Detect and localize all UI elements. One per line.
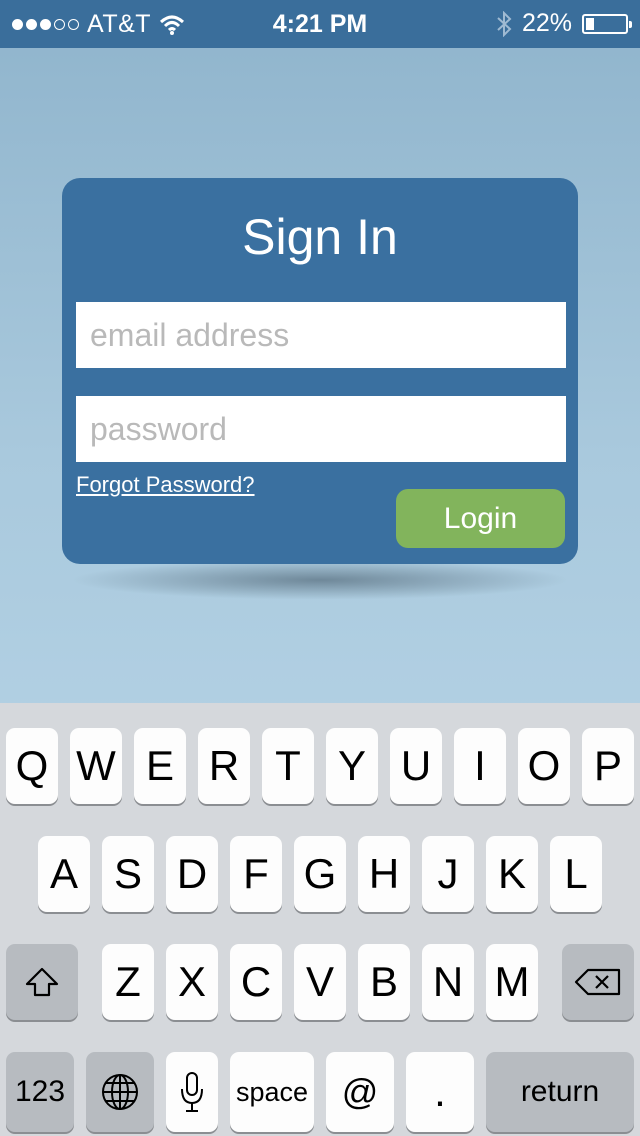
return-key[interactable]: return [486, 1052, 634, 1132]
key-m[interactable]: M [486, 944, 538, 1020]
signin-title: Sign In [242, 209, 398, 265]
status-right: 22% [496, 9, 632, 38]
key-d[interactable]: D [166, 836, 218, 912]
forgot-password-link[interactable]: Forgot Password? [76, 472, 255, 498]
shift-icon [25, 967, 59, 997]
card-shadow [70, 560, 570, 600]
key-s[interactable]: S [102, 836, 154, 912]
key-h[interactable]: H [358, 836, 410, 912]
battery-icon [582, 13, 632, 34]
key-e[interactable]: E [134, 728, 186, 804]
key-c[interactable]: C [230, 944, 282, 1020]
bluetooth-icon [497, 10, 512, 37]
key-l[interactable]: L [550, 836, 602, 912]
key-z[interactable]: Z [102, 944, 154, 1020]
key-j[interactable]: J [422, 836, 474, 912]
email-input[interactable] [76, 302, 566, 368]
key-v[interactable]: V [294, 944, 346, 1020]
key-a[interactable]: A [38, 836, 90, 912]
globe-icon [102, 1074, 138, 1110]
signin-card: Sign In Forgot Password? Login [62, 178, 578, 564]
key-u[interactable]: U [390, 728, 442, 804]
key-p[interactable]: P [582, 728, 634, 804]
key-w[interactable]: W [70, 728, 122, 804]
microphone-icon [181, 1072, 203, 1112]
numbers-key[interactable]: 123 [6, 1052, 74, 1132]
dictation-key[interactable] [166, 1052, 218, 1132]
key-i[interactable]: I [454, 728, 506, 804]
at-key[interactable]: @ [326, 1052, 394, 1132]
space-key[interactable]: space [230, 1052, 314, 1132]
key-o[interactable]: O [518, 728, 570, 804]
backspace-key[interactable] [562, 944, 634, 1020]
battery-percentage: 22% [521, 9, 572, 37]
key-n[interactable]: N [422, 944, 474, 1020]
key-f[interactable]: F [230, 836, 282, 912]
key-k[interactable]: K [486, 836, 538, 912]
shift-key[interactable] [6, 944, 78, 1020]
key-x[interactable]: X [166, 944, 218, 1020]
period-key[interactable]: . [406, 1052, 474, 1132]
backspace-icon [574, 968, 621, 996]
key-r[interactable]: R [198, 728, 250, 804]
key-q[interactable]: Q [6, 728, 58, 804]
key-g[interactable]: G [294, 836, 346, 912]
login-button[interactable]: Login [396, 489, 565, 548]
password-input[interactable] [76, 396, 566, 462]
globe-key[interactable] [86, 1052, 154, 1132]
key-y[interactable]: Y [326, 728, 378, 804]
keyboard: Q W E R T Y U I O P A S D F G H J K L Z … [0, 703, 640, 1136]
key-t[interactable]: T [262, 728, 314, 804]
key-b[interactable]: B [358, 944, 410, 1020]
status-bar: AT&T 4:21 PM 22% [0, 0, 640, 48]
